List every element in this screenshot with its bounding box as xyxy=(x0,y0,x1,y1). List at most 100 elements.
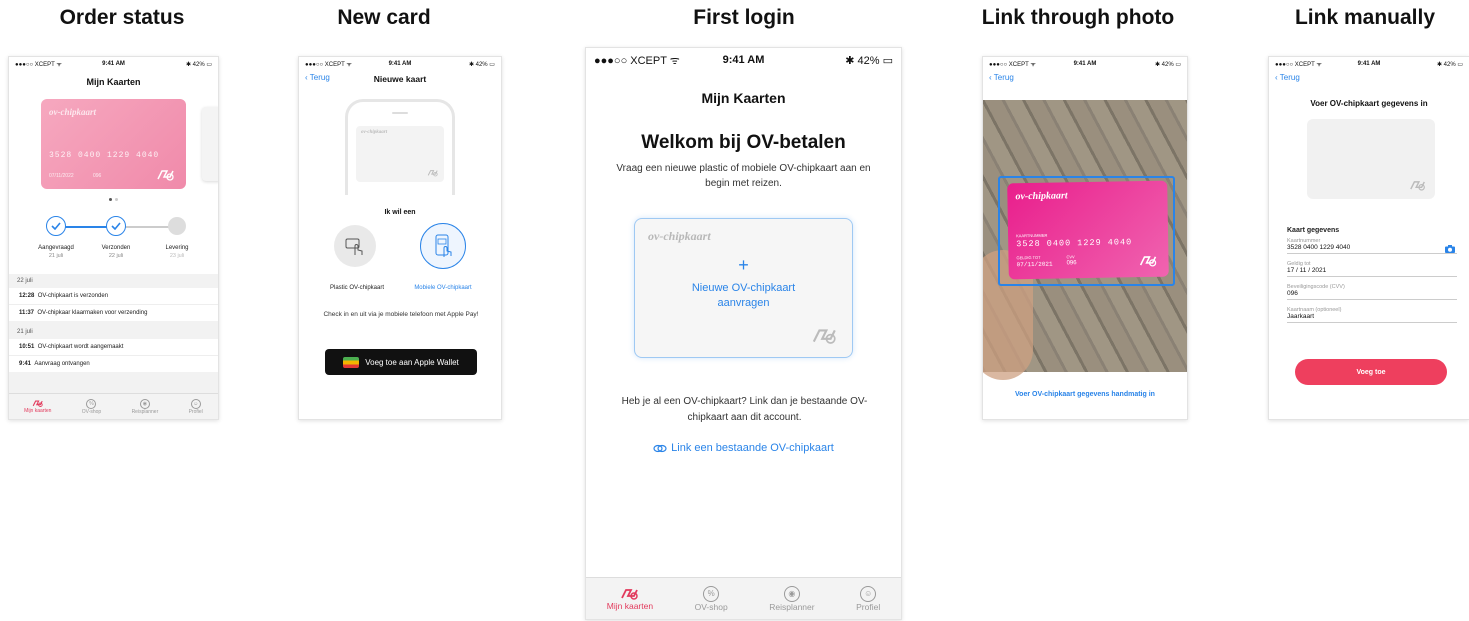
option-plastic[interactable] xyxy=(327,225,383,267)
carrier: ●●●○○ XCEPT ᯤ xyxy=(594,54,680,67)
carrier: ●●●○○ XCEPT ᯤ xyxy=(305,62,352,68)
heading-first-login: First login xyxy=(693,6,795,29)
back-button[interactable]: ‹ Terug xyxy=(1275,73,1300,82)
list-item[interactable]: 12:28 OV-chipkaart is verzonden xyxy=(9,288,218,305)
field-value: 17 / 11 / 2021 xyxy=(1287,267,1327,274)
tab-bar: Mijn kaarten % OV-shop ◉ Reisplanner ☺ P… xyxy=(586,577,901,619)
tab-ov-shop[interactable]: % OV-shop xyxy=(82,398,101,415)
list-item[interactable]: 10:51 OV-chipkaart wordt aangemaakt xyxy=(9,339,218,356)
speaker-icon xyxy=(392,112,408,114)
tab-ov-shop[interactable]: % OV-shop xyxy=(695,585,728,612)
nav-bar: ‹ Terug Nieuwe kaart xyxy=(299,71,501,87)
status-bar: ●●●○○ XCEPT ᯤ 9:41 AM ✱ 42% ▭ xyxy=(983,57,1187,71)
apple-wallet-button[interactable]: Voeg toe aan Apple Wallet xyxy=(325,349,477,375)
tab-label: Mijn kaarten xyxy=(606,600,654,611)
card-name-field[interactable]: Kaartnaam (optioneel) Jaarkaart xyxy=(1287,307,1457,323)
tab-bar: Mijn kaarten % OV-shop ◉ Reisplanner ☺ P… xyxy=(9,393,218,419)
step-label: Aangevraagd xyxy=(38,245,74,251)
field-value: 3528 0400 1229 4040 xyxy=(1287,244,1351,251)
tab-mijn-kaarten[interactable]: Mijn kaarten xyxy=(24,399,51,414)
tab-reisplanner[interactable]: ◉ Reisplanner xyxy=(131,398,159,415)
phone-illustration: ov-chipkaart xyxy=(345,99,455,195)
profile-icon: ☺ xyxy=(860,585,877,602)
heading-order-status: Order status xyxy=(59,6,185,29)
back-label: Terug xyxy=(993,73,1014,82)
expiry-field[interactable]: Geldig tot 17 / 11 / 2021 xyxy=(1287,261,1457,277)
section-date: 22 juli xyxy=(17,278,33,284)
card-number: 3528 0400 1229 4040 xyxy=(49,151,160,160)
welcome-heading: Welkom bij OV-betalen xyxy=(641,132,846,153)
clock: 9:41 AM xyxy=(388,61,412,67)
ov-card-icon xyxy=(812,329,836,344)
heading-link-manually: Link manually xyxy=(1294,6,1436,29)
profile-icon: ☺ xyxy=(190,398,201,409)
intro-text: Vraag een nieuwe plastic of mobiele OV-c… xyxy=(616,163,871,189)
tab-reisplanner[interactable]: ◉ Reisplanner xyxy=(769,585,815,612)
heading-link-photo: Link through photo xyxy=(981,6,1175,29)
add-button[interactable]: Voeg toe xyxy=(1295,359,1447,385)
map-pin-icon: ◉ xyxy=(139,398,150,409)
page-title: Voer OV-chipkaart gegevens in xyxy=(1310,99,1428,108)
battery: ✱ 42% ▭ xyxy=(185,61,213,68)
event-time: 10:51 xyxy=(19,344,35,350)
option-mobile[interactable] xyxy=(415,223,471,269)
request-label-line1: Nieuwe OV-chipkaart xyxy=(691,282,796,294)
camera-icon[interactable] xyxy=(1445,245,1455,253)
description: Check in en uit via je mobiele telefoon … xyxy=(323,311,479,318)
ov-card-icon xyxy=(1139,256,1157,267)
mobile-card-icon-circle xyxy=(420,223,466,269)
request-label-line2: aanvragen xyxy=(717,297,770,309)
next-card-peek[interactable] xyxy=(202,107,218,181)
card-number-field[interactable]: Kaartnummer 3528 0400 1229 4040 xyxy=(1287,238,1457,254)
cvv-field[interactable]: Beveiligingscode (CVV) 096 xyxy=(1287,284,1457,300)
tab-profiel[interactable]: ☺ Profiel xyxy=(856,585,880,612)
back-button[interactable]: ‹ Terug xyxy=(989,73,1014,82)
list-item[interactable]: 11:37 OV-chipkaar klaarmaken voor verzen… xyxy=(9,305,218,321)
battery: ✱ 42% ▭ xyxy=(1154,61,1181,68)
card-logo: ov-chipkaart xyxy=(1015,190,1068,203)
card-number: 3528 0400 1229 4040 xyxy=(1016,237,1133,250)
page-title: Mijn Kaarten xyxy=(86,77,141,87)
carrier: ●●●○○ XCEPT ᯤ xyxy=(15,62,62,68)
card-cvv-label: CVV xyxy=(1066,254,1075,260)
status-bar: ●●●○○ XCEPT ᯤ 9:41 AM ✱ 42% ▭ xyxy=(299,57,501,71)
option-label: Mobiele OV-chipkaart xyxy=(414,285,472,291)
nav-bar: ‹ Terug xyxy=(983,71,1187,87)
back-label: Terug xyxy=(309,73,330,82)
event-time: 12:28 xyxy=(19,293,35,299)
phone-link-photo: ●●●○○ XCEPT ᯤ 9:41 AM ✱ 42% ▭ ‹ Terug ov… xyxy=(982,56,1188,420)
step-date: 22 juli xyxy=(108,253,124,259)
list-item[interactable]: 9:41 Aanvraag ontvangen xyxy=(9,356,218,372)
manual-entry-link[interactable]: Voer OV-chipkaart gegevens handmatig in xyxy=(983,391,1187,398)
card-valid-label: GELDIG TOT xyxy=(1016,254,1041,261)
back-button[interactable]: ‹ Terug xyxy=(305,73,330,82)
clock: 9:41 AM xyxy=(1357,61,1381,67)
camera-view[interactable]: ov-chipkaart KAARTNUMMER 3528 0400 1229 … xyxy=(983,100,1187,380)
event-time: 11:37 xyxy=(19,310,35,316)
percent-icon: % xyxy=(86,398,97,409)
new-card-request[interactable]: ov-chipkaart + Nieuwe OV-chipkaart aanvr… xyxy=(634,218,853,358)
check-icon xyxy=(51,222,61,230)
tab-label: Mijn kaarten xyxy=(24,408,52,414)
map-pin-icon: ◉ xyxy=(783,585,800,602)
step-label: Verzonden xyxy=(101,245,131,251)
card-logo: ov-chipkaart xyxy=(361,130,388,135)
card-logo: ov-chipkaart xyxy=(49,107,96,117)
card-validity: 07/11/2021 xyxy=(1016,260,1053,269)
card-placeholder: ov-chipkaart xyxy=(356,126,444,182)
tab-label: Reisplanner xyxy=(131,408,159,415)
percent-icon: % xyxy=(703,585,720,602)
step-verzonden xyxy=(106,216,126,236)
tab-mijn-kaarten[interactable]: Mijn kaarten xyxy=(607,587,653,611)
ov-card[interactable]: ov-chipkaart 3528 0400 1229 4040 07/11/2… xyxy=(41,99,186,189)
page-title: Nieuwe kaart xyxy=(373,74,427,84)
step-date: 23 juli xyxy=(169,253,185,259)
phone-tap-icon xyxy=(435,234,452,257)
status-bar: ●●●○○ XCEPT ᯤ 9:41 AM ✱ 42% ▭ xyxy=(9,57,218,71)
link-existing-card[interactable]: Link een bestaande OV-chipkaart xyxy=(586,442,901,454)
clock: 9:41 AM xyxy=(1073,61,1097,67)
tab-profiel[interactable]: ☺ Profiel xyxy=(189,398,203,415)
back-label: Terug xyxy=(1279,73,1300,82)
plus-icon: + xyxy=(738,255,749,275)
step-aangevraagd xyxy=(46,216,66,236)
